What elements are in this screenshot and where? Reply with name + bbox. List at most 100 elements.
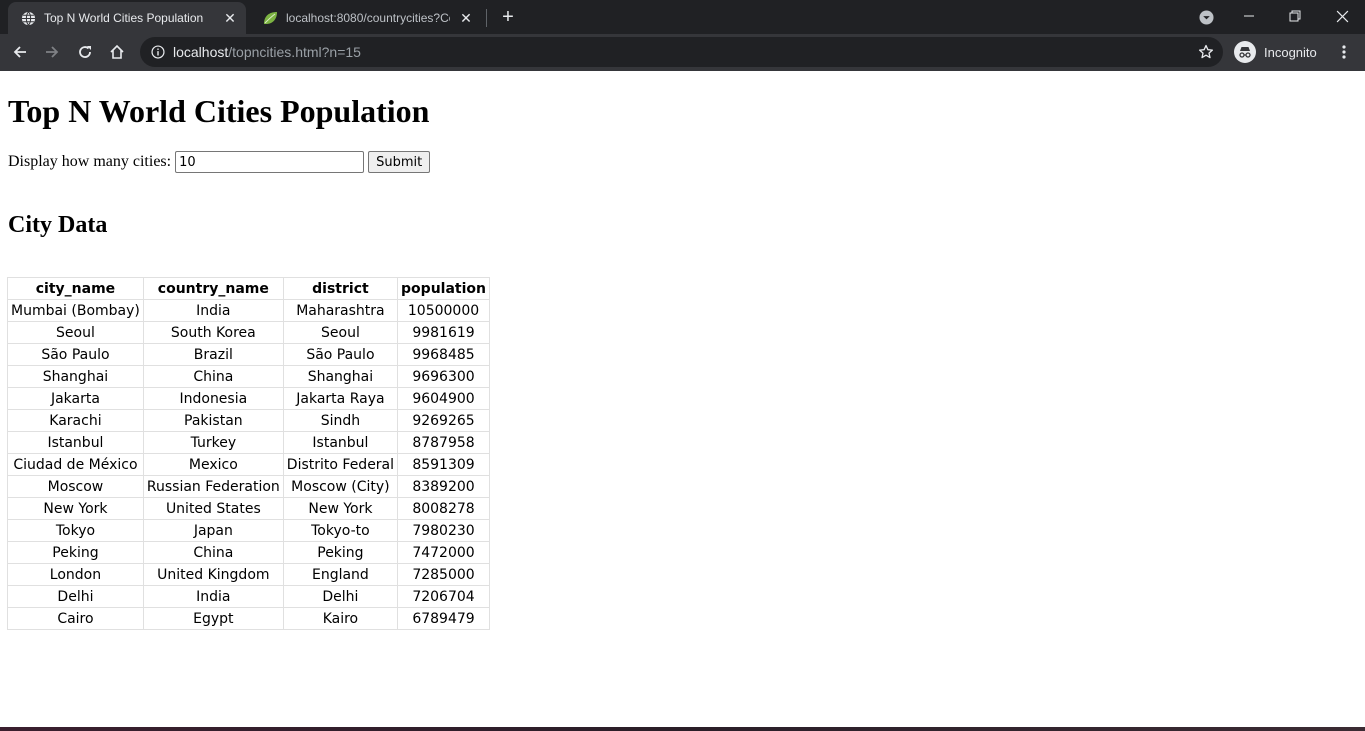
table-cell-population: 6789479: [397, 607, 490, 630]
table-row: New York United States New York 8008278: [7, 497, 490, 520]
table-body: Mumbai (Bombay) India Maharashtra 10500000 S…: [7, 299, 490, 630]
restore-icon[interactable]: [1272, 0, 1318, 32]
table-cell-population: 8008278: [397, 497, 490, 520]
url-path: /topncities.html?n=15: [228, 44, 361, 60]
table-cell-country-name: India: [142, 585, 284, 608]
table-cell-city-name: Jakarta: [7, 387, 144, 410]
taskbar-edge: [0, 727, 1365, 731]
table-cell-district: Seoul: [282, 321, 399, 344]
table-cell-city-name: Karachi: [7, 409, 144, 432]
table-cell-population: 7472000: [397, 541, 490, 564]
table-cell-population: 7285000: [397, 563, 490, 586]
back-arrow-icon[interactable]: [6, 38, 34, 66]
address-bar[interactable]: localhost/topncities.html?n=15: [140, 37, 1223, 67]
reload-icon[interactable]: [71, 38, 99, 66]
table-cell-district: Tokyo-to: [282, 519, 399, 542]
table-cell-district: New York: [282, 497, 399, 520]
table-cell-city-name: Delhi: [7, 585, 144, 608]
table-cell-city-name: Tokyo: [7, 519, 144, 542]
city-data-table: city_name country_name district population …: [7, 277, 490, 630]
table-cell-city-name: Peking: [7, 541, 144, 564]
globe-icon: [20, 10, 36, 26]
table-row: London United Kingdom England 7285000: [7, 563, 490, 586]
tab-countrycities[interactable]: localhost:8080/countrycities?Cou ✕: [250, 2, 482, 34]
url-text: localhost/topncities.html?n=15: [173, 44, 361, 60]
bookmark-star-icon[interactable]: [1197, 43, 1215, 61]
table-cell-district: São Paulo: [282, 343, 399, 366]
close-tab-icon[interactable]: ✕: [456, 8, 476, 28]
table-cell-country-name: Indonesia: [142, 387, 284, 410]
table-row: Cairo Egypt Kairo 6789479: [7, 607, 490, 630]
table-cell-city-name: Mumbai (Bombay): [7, 299, 144, 322]
table-header-row: city_name country_name district population: [7, 277, 490, 300]
table-cell-district: Sindh: [282, 409, 399, 432]
table-cell-city-name: São Paulo: [7, 343, 144, 366]
table-cell-population: 9981619: [397, 321, 490, 344]
incognito-icon: [1234, 41, 1256, 63]
table-cell-city-name: London: [7, 563, 144, 586]
table-cell-city-name: Shanghai: [7, 365, 144, 388]
table-cell-country-name: Japan: [142, 519, 284, 542]
table-cell-country-name: China: [142, 365, 284, 388]
menu-kebab-icon[interactable]: [1334, 40, 1354, 64]
section-title: City Data: [8, 212, 108, 238]
table-cell-district: Shanghai: [282, 365, 399, 388]
table-cell-population: 9696300: [397, 365, 490, 388]
new-tab-plus-icon[interactable]: +: [497, 6, 519, 28]
table-cell-country-name: Egypt: [142, 607, 284, 630]
close-window-icon[interactable]: [1319, 0, 1365, 32]
table-row: Tokyo Japan Tokyo-to 7980230: [7, 519, 490, 542]
table-row: Karachi Pakistan Sindh 9269265: [7, 409, 490, 432]
tab-top-n-world-cities[interactable]: Top N World Cities Population ✕: [8, 2, 246, 34]
minimize-icon[interactable]: [1226, 0, 1272, 32]
table-cell-city-name: Ciudad de México: [7, 453, 144, 476]
table-row: Ciudad de México Mexico Distrito Federal 85…: [7, 453, 490, 476]
tab-title: localhost:8080/countrycities?Cou: [286, 11, 450, 25]
table-cell-population: 10500000: [397, 299, 490, 322]
table-row: Istanbul Turkey Istanbul 8787958: [7, 431, 490, 454]
close-tab-icon[interactable]: ✕: [220, 8, 240, 28]
table-cell-population: 8787958: [397, 431, 490, 454]
spring-leaf-icon: [262, 10, 278, 26]
table-cell-district: Distrito Federal: [282, 453, 399, 476]
tab-title: Top N World Cities Population: [44, 11, 204, 25]
home-icon[interactable]: [103, 38, 131, 66]
table-cell-country-name: Russian Federation: [142, 475, 284, 498]
table-row: Delhi India Delhi 7206704: [7, 585, 490, 608]
table-row: Mumbai (Bombay) India Maharashtra 10500000: [7, 299, 490, 322]
url-host: localhost: [173, 44, 229, 60]
city-count-form: Display how many cities: Submit: [8, 151, 431, 173]
page-title: Top N World Cities Population: [8, 93, 430, 129]
table-cell-population: 7206704: [397, 585, 490, 608]
column-header-district: district: [282, 277, 399, 300]
city-count-label: Display how many cities:: [8, 153, 172, 170]
table-cell-population: 8591309: [397, 453, 490, 476]
tab-search-icon[interactable]: [1197, 8, 1215, 26]
table-cell-district: Istanbul: [282, 431, 399, 454]
table-cell-district: Jakarta Raya: [282, 387, 399, 410]
submit-button[interactable]: Submit: [368, 151, 431, 173]
incognito-profile-button[interactable]: Incognito: [1230, 39, 1317, 65]
table-row: Peking China Peking 7472000: [7, 541, 490, 564]
table-row: Moscow Russian Federation Moscow (City) 838…: [7, 475, 490, 498]
table-row: São Paulo Brazil São Paulo 9968485: [7, 343, 490, 366]
table-row: Shanghai China Shanghai 9696300: [7, 365, 490, 388]
table-cell-country-name: South Korea: [142, 321, 284, 344]
table-cell-city-name: Cairo: [7, 607, 144, 630]
table-row: Jakarta Indonesia Jakarta Raya 9604900: [7, 387, 490, 410]
table-cell-population: 9604900: [397, 387, 490, 410]
table-cell-district: Peking: [282, 541, 399, 564]
table-cell-country-name: Pakistan: [142, 409, 284, 432]
table-cell-population: 7980230: [397, 519, 490, 542]
table-cell-district: Delhi: [282, 585, 399, 608]
table-cell-country-name: Brazil: [142, 343, 284, 366]
city-count-input[interactable]: [175, 151, 365, 173]
table-cell-district: Kairo: [282, 607, 399, 630]
browser-toolbar: localhost/topncities.html?n=15 Incognito: [0, 34, 1365, 71]
forward-arrow-icon[interactable]: [38, 38, 66, 66]
table-cell-district: England: [282, 563, 399, 586]
table-cell-country-name: United States: [142, 497, 284, 520]
table-cell-country-name: Turkey: [142, 431, 284, 454]
site-info-icon[interactable]: [150, 44, 166, 60]
table-cell-city-name: New York: [7, 497, 144, 520]
